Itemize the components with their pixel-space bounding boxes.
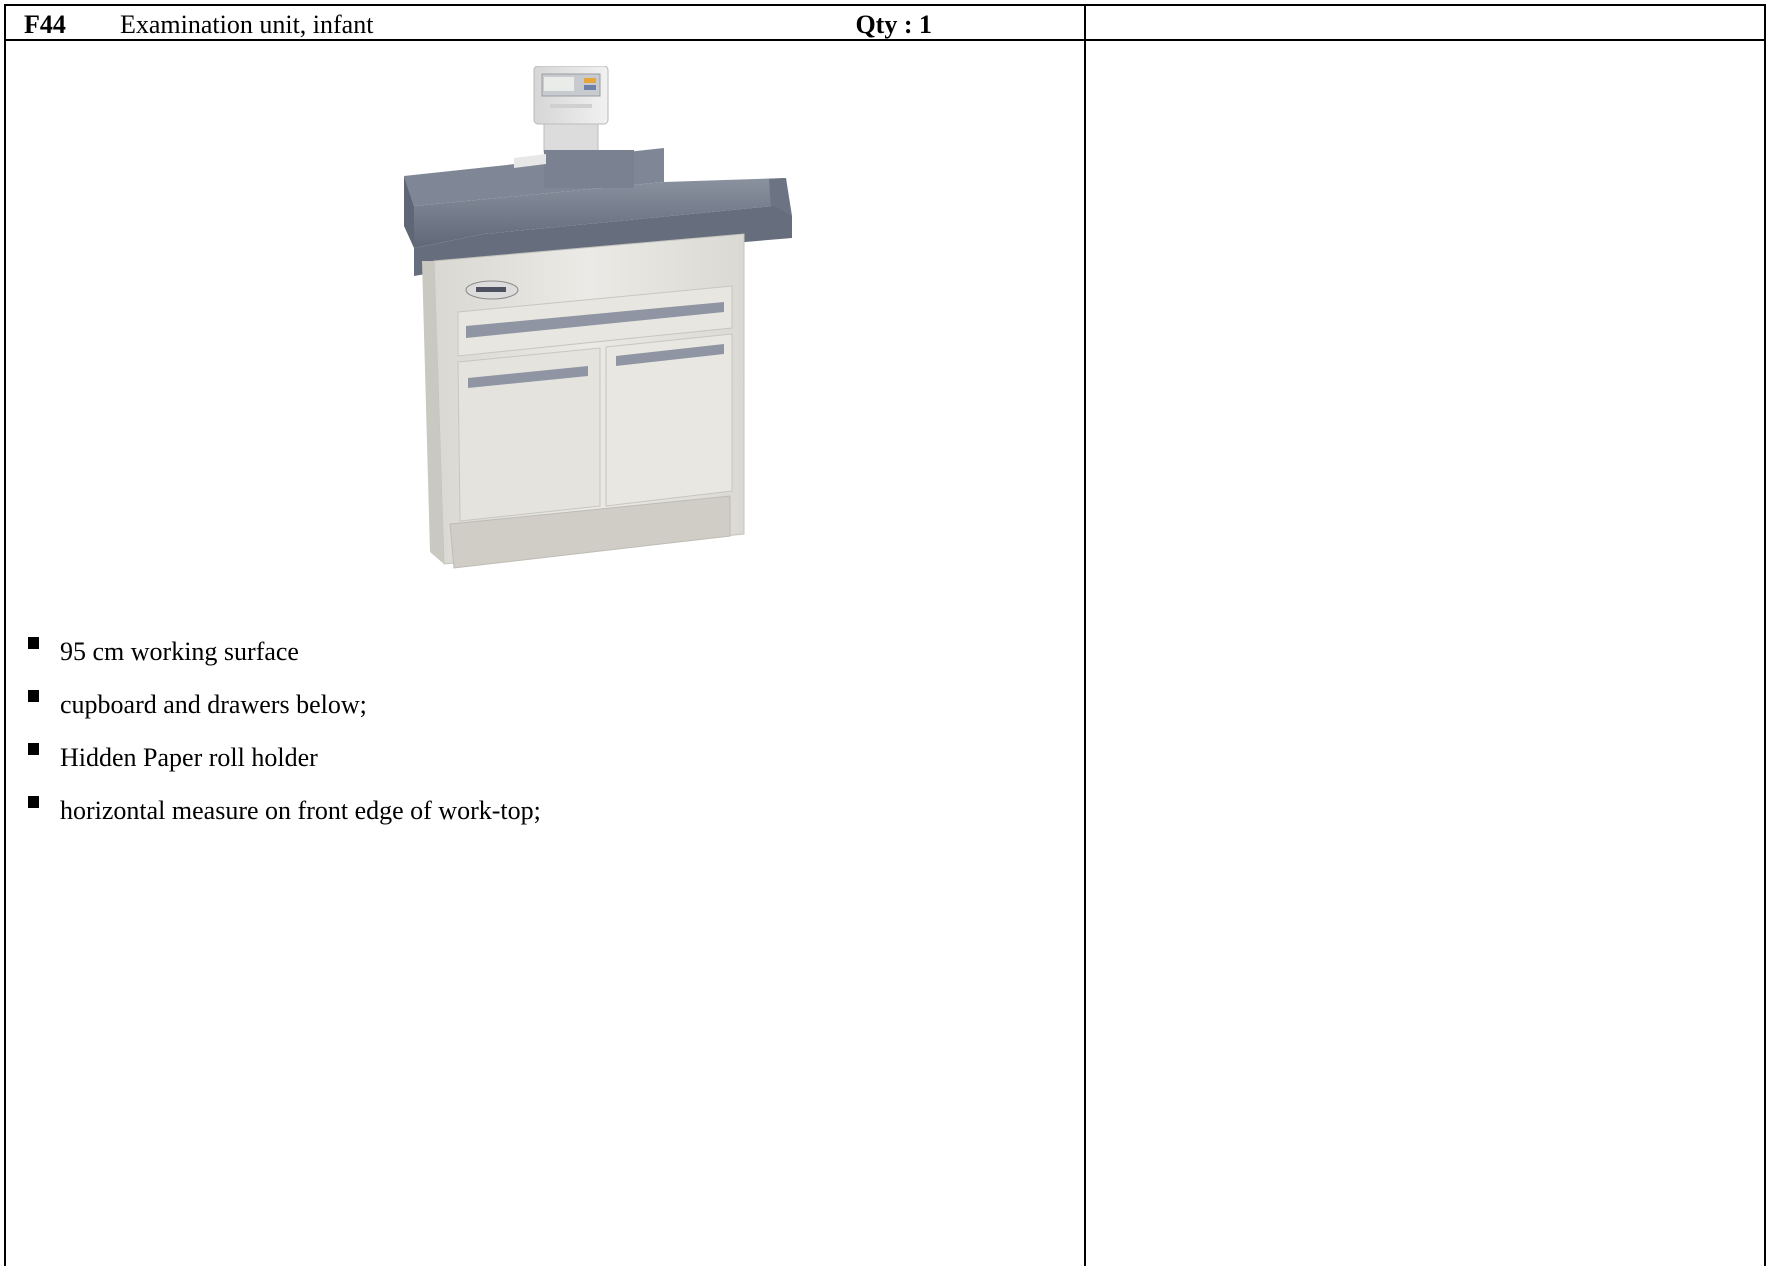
bullet-square-icon [28,637,39,649]
table-top-border [4,4,1766,6]
spec-sheet: F44 Examination unit, infant Qty : 1 95 … [4,4,1766,1274]
item-code: F44 [24,10,66,39]
feature-list: 95 cm working surface cupboard and drawe… [24,632,541,844]
table-right-border [1764,4,1766,1266]
bullet-square-icon [28,743,39,755]
feature-text: Hidden Paper roll holder [60,743,318,772]
bullet-square-icon [28,796,39,808]
column-divider [1084,4,1086,1266]
list-item: cupboard and drawers below; [24,685,541,738]
bullet-square-icon [28,690,39,702]
cabinet-body [422,233,745,569]
item-title: Examination unit, infant [120,10,374,39]
feature-text: horizontal measure on front edge of work… [60,796,541,825]
feature-text: 95 cm working surface [60,637,299,666]
item-quantity: Qty : 1 [855,10,932,39]
product-image [404,66,792,569]
list-item: horizontal measure on front edge of work… [24,791,541,844]
list-item: Hidden Paper roll holder [24,738,541,791]
feature-text: cupboard and drawers below; [60,690,367,719]
table-left-border [4,4,6,1266]
list-item: 95 cm working surface [24,632,541,685]
